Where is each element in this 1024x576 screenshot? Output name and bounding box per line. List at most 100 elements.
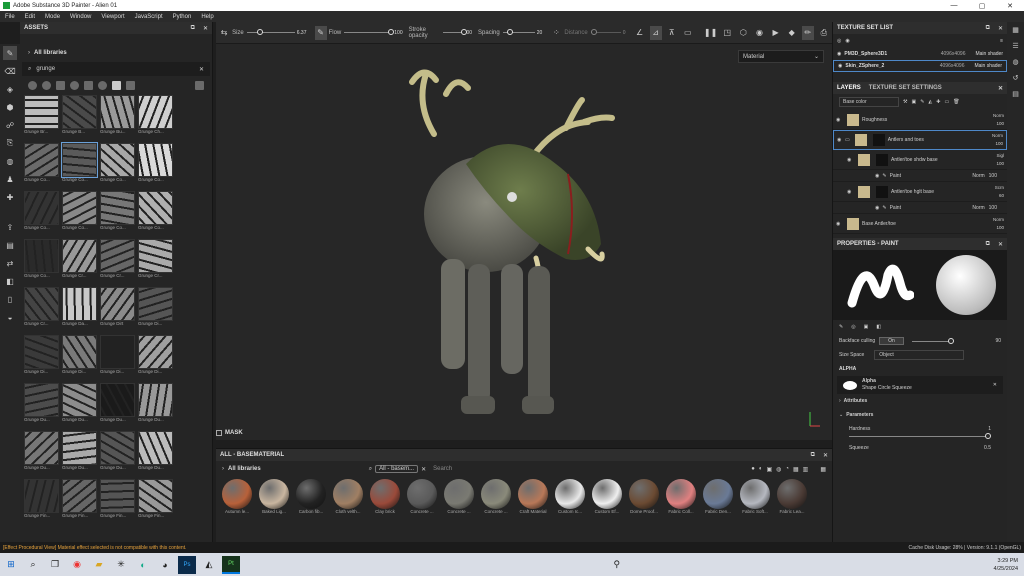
add-folder-icon[interactable]: ▭ (944, 99, 949, 105)
channel-dropdown[interactable]: Base color (839, 97, 899, 107)
mirror-icon[interactable]: ⊿ (649, 25, 662, 40)
eye-icon[interactable]: ◉ (875, 205, 879, 211)
material-item[interactable]: Dome Proof... (628, 479, 660, 517)
alpha-tab-icon[interactable]: ◎ (851, 324, 855, 330)
flow-slider[interactable]: Flow 100 (329, 29, 403, 36)
layer-blend[interactable]: Norm (993, 113, 1004, 118)
mask-toggle[interactable]: MASK (216, 430, 243, 436)
material-item[interactable]: Fabric Den... (702, 479, 734, 517)
shelf-grid-icon[interactable]: ▦ (820, 466, 826, 473)
smudge-icon[interactable]: ☍ (3, 118, 17, 132)
asset-thumbnail[interactable]: Grunge Cr... (138, 239, 173, 281)
asset-thumbnail[interactable]: Grunge Co... (62, 191, 97, 233)
asset-thumbnail[interactable]: Grunge Cr... (24, 287, 59, 329)
photoshop-icon[interactable]: Ps (178, 555, 196, 574)
menu-window[interactable]: Window (65, 14, 96, 20)
paint-mode-icon[interactable]: ✏ (801, 25, 814, 40)
asset-thumbnail[interactable]: Grunge Co... (24, 143, 59, 185)
material-item[interactable]: Carbon fib... (295, 479, 327, 517)
asset-thumbnail[interactable]: Grunge Co... (100, 143, 135, 185)
asset-thumbnail[interactable]: Grunge Fin... (62, 479, 97, 521)
size-space-dropdown[interactable]: Object (874, 350, 965, 360)
stroke-opacity-slider[interactable]: Stroke opacity 100 (409, 27, 472, 39)
size-slider[interactable]: Size 6.37 (232, 29, 307, 36)
share-icon[interactable]: ⇄ (3, 256, 17, 270)
geometry-mask-icon[interactable]: ⬢ (3, 100, 17, 114)
add-mask-icon[interactable]: ▣ (911, 99, 916, 105)
eye-icon[interactable]: ◉ (837, 137, 845, 143)
clear-search-icon[interactable]: ✕ (199, 66, 204, 73)
export-icon[interactable]: ⇪ (3, 220, 17, 234)
material-item[interactable]: Concrete ... (443, 479, 475, 517)
asset-thumbnail[interactable]: Grunge Di... (62, 335, 97, 377)
stencil-tab-icon[interactable]: ▣ (864, 324, 869, 330)
layer-opacity[interactable]: 100 (996, 121, 1004, 126)
shelf-undock-icon[interactable]: ⧉ (811, 452, 815, 459)
asset-thumbnail[interactable]: Grunge Di... (138, 335, 173, 377)
filter-environment-icon[interactable] (126, 80, 135, 90)
app-icon[interactable]: ◕ (156, 556, 174, 574)
maximize-icon[interactable]: ▢ (968, 2, 996, 10)
asset-thumbnail[interactable]: Grunge Du... (24, 431, 59, 473)
layer-row[interactable]: ◉ Base Antler/toe Norm 100 (833, 214, 1007, 234)
paint-opacity[interactable]: 100 (989, 205, 997, 211)
paint-effect-row[interactable]: ◉ ✎ Paint Norm 100 (833, 170, 1007, 182)
material-item[interactable]: Cloth velth... (332, 479, 364, 517)
shelf-filter-gen-icon[interactable]: ◍ (776, 466, 781, 473)
sphere-icon[interactable]: ◉ (753, 26, 765, 40)
material-item[interactable]: Craft Material (517, 479, 549, 517)
render-icon[interactable]: ◆ (786, 26, 798, 40)
menu-file[interactable]: File (0, 14, 20, 20)
material-item[interactable]: Concrete ... (406, 479, 438, 517)
asset-thumbnail[interactable]: Grunge Cr... (100, 239, 135, 281)
asset-thumbnail[interactable]: Grunge Bu... (100, 95, 135, 137)
texture-set-shader[interactable]: Main shader (974, 63, 1002, 69)
viewport-mode-dropdown[interactable]: Material ⌄ (738, 50, 824, 63)
library-selector[interactable]: › All libraries (20, 46, 212, 60)
eye-icon[interactable]: ◉ (847, 189, 855, 195)
eye-icon[interactable]: ◉ (875, 173, 879, 179)
asset-thumbnail[interactable]: Grunge Di... (24, 335, 59, 377)
asset-thumbnail[interactable]: Grunge Co... (24, 191, 59, 233)
windows-start-icon[interactable]: ⊞ (2, 556, 20, 574)
screen-icon[interactable]: ▭ (682, 26, 694, 40)
viewport[interactable] (216, 44, 832, 440)
add-paint-icon[interactable]: ✎ (920, 99, 924, 105)
search-input[interactable]: grunge (36, 66, 55, 72)
projection-icon[interactable]: ◈ (3, 82, 17, 96)
material-item[interactable]: Autumn le... (221, 479, 253, 517)
shelf-filter-mask-icon[interactable]: ▣ (766, 466, 772, 473)
attributes-toggle[interactable]: › Attributes (833, 394, 1007, 408)
shelf-search-input[interactable]: Search (433, 466, 452, 472)
file-explorer-icon[interactable]: ▰ (90, 556, 108, 574)
eye-icon[interactable]: ◉ (836, 117, 844, 123)
spacing-slider[interactable]: Spacing 20 (478, 29, 542, 36)
align-icon[interactable]: ⊼ (666, 26, 678, 40)
layer-blend[interactable]: Norm (992, 133, 1003, 138)
material-item[interactable]: Fabric Coll... (665, 479, 697, 517)
eye-icon[interactable]: ◉ (847, 157, 855, 163)
shelf-filter-part-icon[interactable]: ▦ (793, 466, 799, 473)
asset-thumbnail[interactable]: Grunge Co... (138, 191, 173, 233)
delete-icon[interactable]: 🗑 (953, 99, 959, 105)
texture-set-row[interactable]: ◉ PM3D_Sphere3D1 4096x4096 Main shader (833, 48, 1007, 60)
lazy-mouse-icon[interactable]: ⁘ (550, 26, 562, 40)
layer-opacity[interactable]: 100 (996, 161, 1004, 166)
asset-thumbnail[interactable]: Grunge Co... (24, 239, 59, 281)
pause-icon[interactable]: ❚❚ (704, 26, 717, 40)
ts-eye-icon[interactable]: ◉ (845, 38, 849, 44)
history-icon[interactable]: ↺ (1013, 74, 1019, 82)
hardness-slider[interactable] (833, 433, 1007, 439)
asset-thumbnail[interactable]: Grunge B... (62, 95, 97, 137)
search-icon[interactable]: ⌕ (24, 556, 42, 574)
bake-icon[interactable]: ◧ (3, 274, 17, 288)
filter-smart-icon[interactable] (42, 80, 51, 90)
menu-viewport[interactable]: Viewport (96, 14, 129, 20)
material-item[interactable]: Custom Ef... (591, 479, 623, 517)
asset-thumbnail[interactable]: Grunge Di... (138, 287, 173, 329)
clone-icon[interactable]: ⎘ (3, 136, 17, 150)
picker-icon[interactable]: ✚ (3, 190, 17, 204)
asset-thumbnail[interactable]: Grunge Dirt (100, 287, 135, 329)
add-layer-icon[interactable]: ✚ (936, 99, 940, 105)
camera-frame-icon[interactable]: ◳ (721, 26, 733, 40)
